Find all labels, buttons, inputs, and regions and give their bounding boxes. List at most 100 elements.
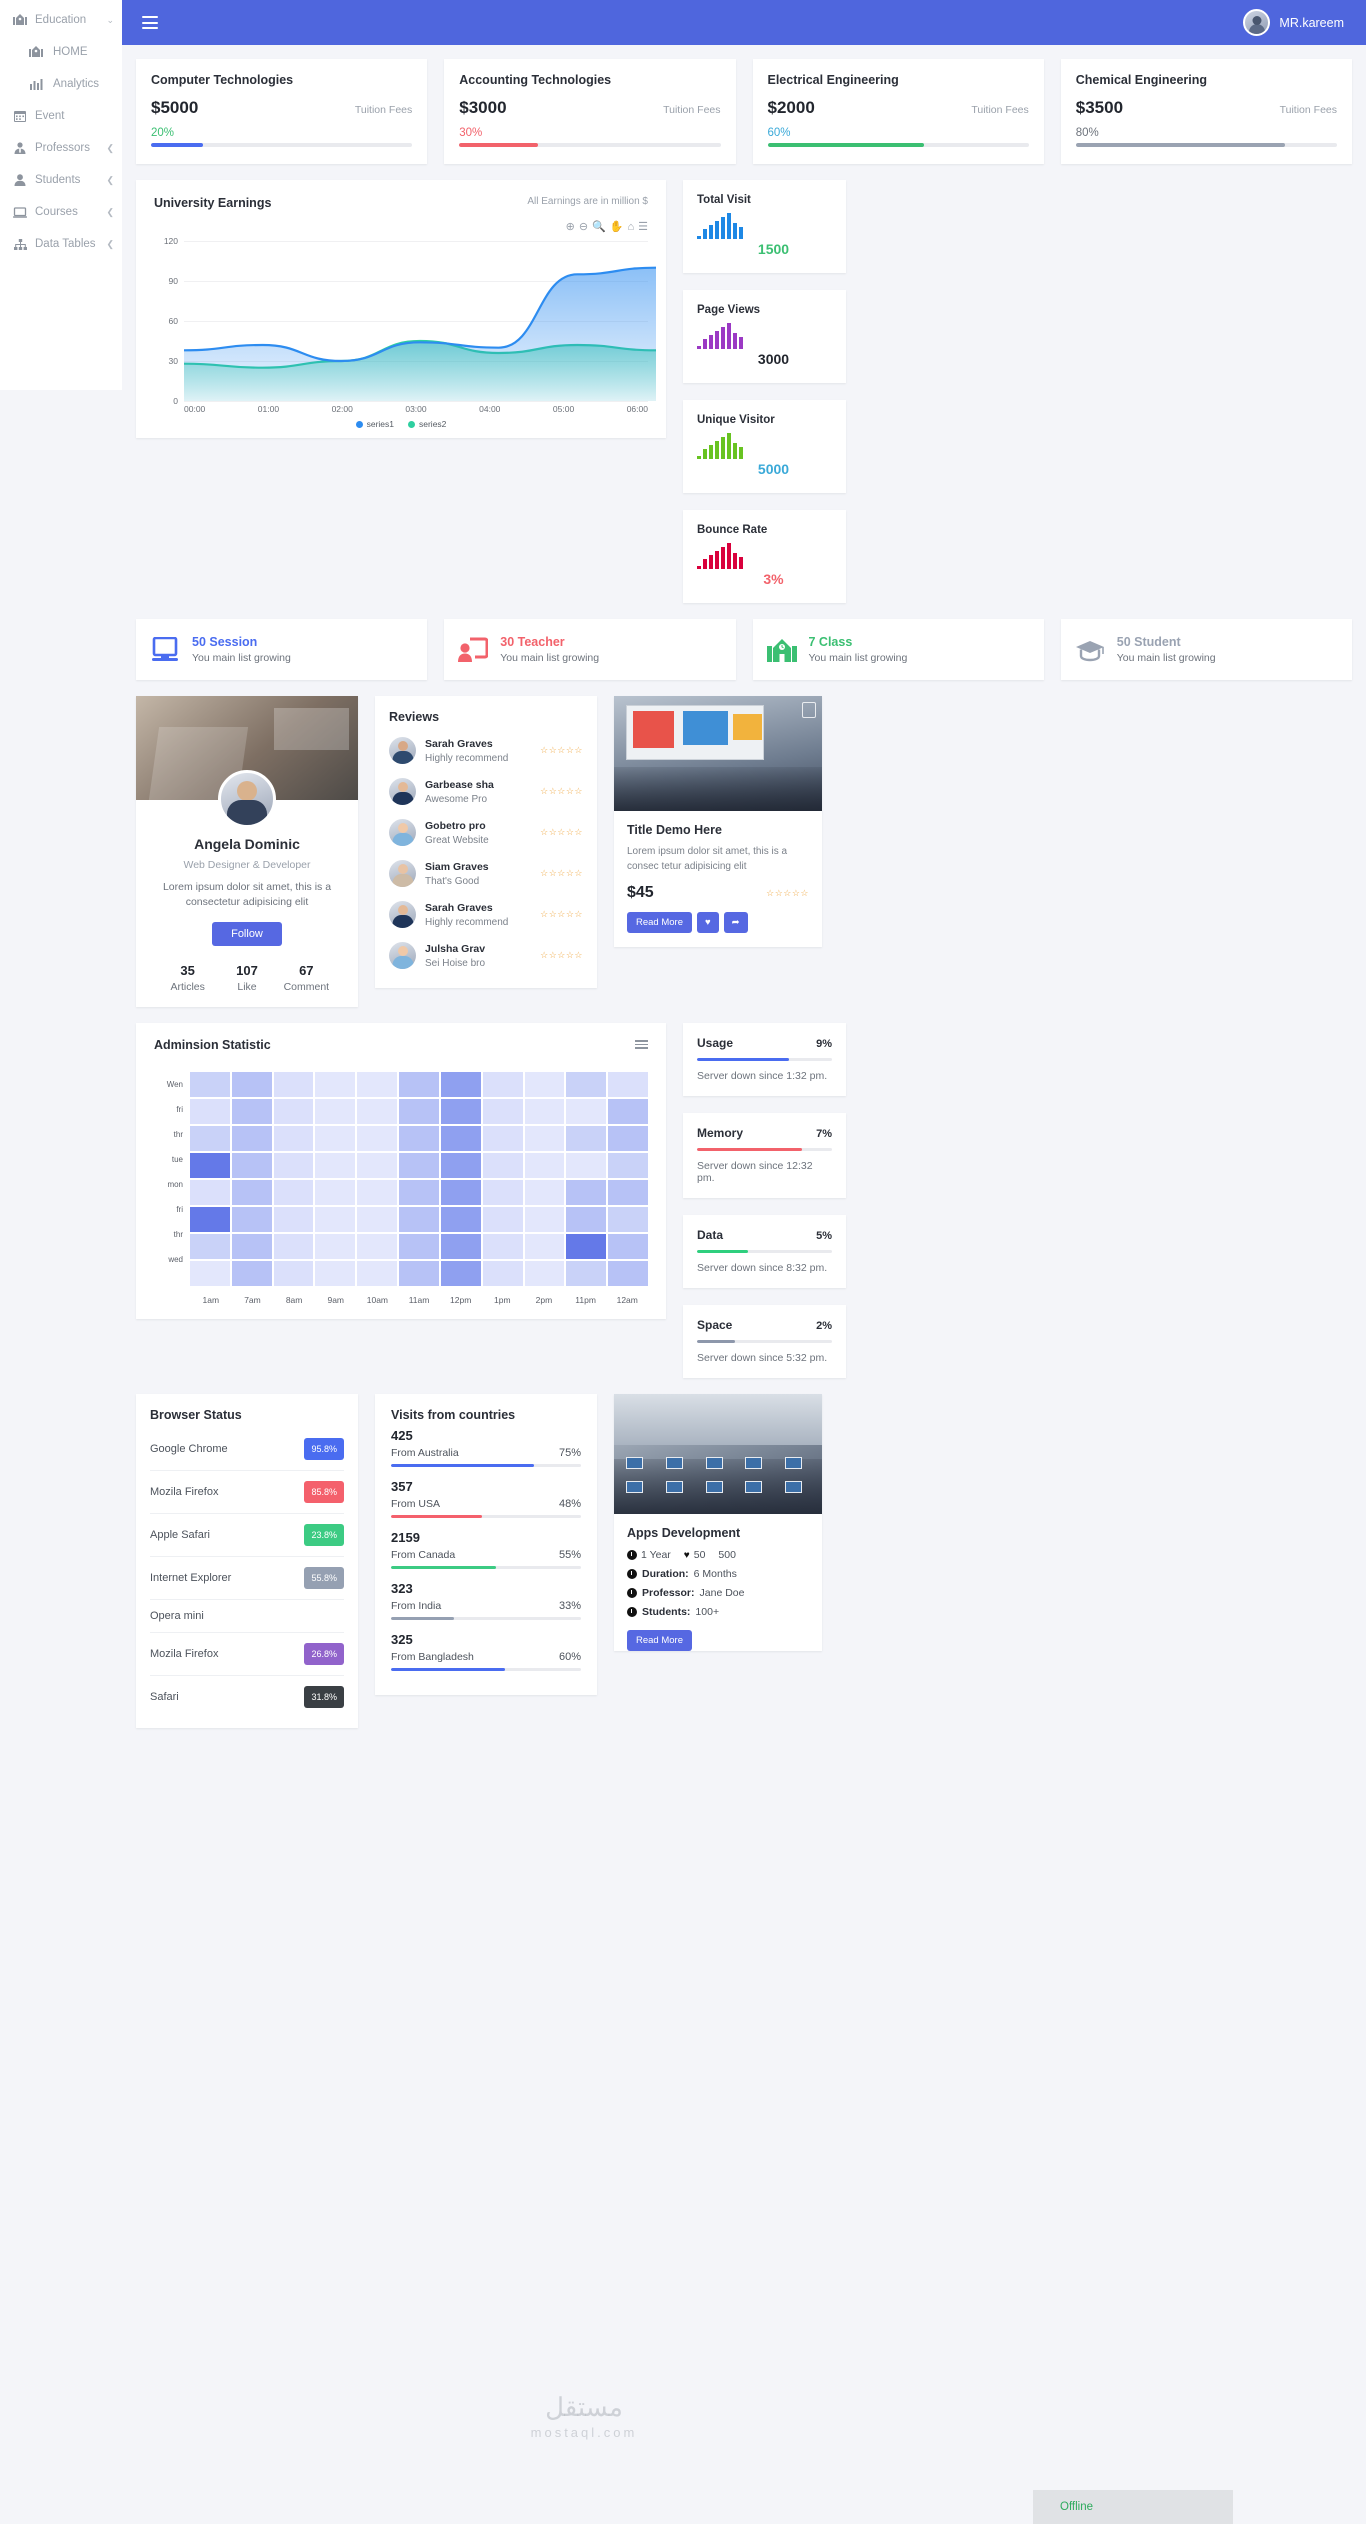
heatmap-cell[interactable]: [482, 1099, 523, 1125]
heatmap-cell[interactable]: [315, 1126, 356, 1152]
chevron-left-icon[interactable]: ❮: [106, 207, 114, 218]
heatmap-cell[interactable]: [399, 1180, 439, 1206]
legend-item-series1[interactable]: series1: [355, 419, 394, 429]
heatmap-cell[interactable]: [482, 1126, 523, 1152]
heatmap-cell[interactable]: [273, 1072, 314, 1098]
heatmap-cell[interactable]: [357, 1153, 398, 1179]
heatmap-cell[interactable]: [231, 1072, 272, 1098]
heatmap-cell[interactable]: [273, 1180, 314, 1206]
chevron-down-icon[interactable]: ⌄: [106, 15, 114, 26]
heatmap-cell[interactable]: [357, 1072, 398, 1098]
heatmap-cell[interactable]: [440, 1261, 481, 1287]
chart-legend[interactable]: series1 series2: [154, 419, 648, 429]
sidebar-item-home[interactable]: HOME: [0, 36, 122, 68]
zoom-in-icon[interactable]: ⊕: [566, 222, 575, 233]
sidebar-item-professors[interactable]: Professors ❮: [0, 132, 122, 164]
heatmap-cell[interactable]: [566, 1261, 607, 1287]
heatmap-cell[interactable]: [440, 1126, 481, 1152]
sidebar-item-analytics[interactable]: Analytics: [0, 68, 122, 100]
heatmap-cell[interactable]: [482, 1234, 523, 1260]
demo-read-more-button[interactable]: Read More: [627, 912, 692, 933]
heatmap-cell[interactable]: [440, 1099, 481, 1125]
heatmap-cell[interactable]: [608, 1261, 648, 1287]
hamburger-menu-icon[interactable]: [635, 1040, 648, 1049]
heatmap-cell[interactable]: [566, 1180, 607, 1206]
heatmap-cell[interactable]: [357, 1207, 398, 1233]
heatmap-cell[interactable]: [524, 1153, 565, 1179]
heatmap-cell[interactable]: [524, 1261, 565, 1287]
heatmap-cell[interactable]: [231, 1180, 272, 1206]
chevron-left-icon[interactable]: ❮: [106, 143, 114, 154]
heatmap-cell[interactable]: [440, 1072, 481, 1098]
heatmap-cell[interactable]: [608, 1126, 648, 1152]
heatmap-cell[interactable]: [273, 1234, 314, 1260]
heatmap-cell[interactable]: [482, 1072, 523, 1098]
heatmap-cell[interactable]: [566, 1072, 607, 1098]
panning-icon[interactable]: ✋: [610, 222, 624, 233]
heatmap-cell[interactable]: [608, 1180, 648, 1206]
demo-rating-stars[interactable]: ☆☆☆☆☆: [766, 888, 809, 899]
review-rating-stars[interactable]: ☆☆☆☆☆: [540, 950, 583, 961]
heatmap-cell[interactable]: [440, 1180, 481, 1206]
heatmap-cell[interactable]: [315, 1180, 356, 1206]
heatmap-cell[interactable]: [524, 1207, 565, 1233]
review-rating-stars[interactable]: ☆☆☆☆☆: [540, 909, 583, 920]
sidebar-item-courses[interactable]: Courses ❮: [0, 196, 122, 228]
sidebar-item-students[interactable]: Students ❮: [0, 164, 122, 196]
zoom-out-icon[interactable]: ⊖: [579, 222, 588, 233]
heatmap-cell[interactable]: [273, 1099, 314, 1125]
chevron-left-icon[interactable]: ❮: [106, 175, 114, 186]
heatmap-cell[interactable]: [608, 1153, 648, 1179]
follow-button[interactable]: Follow: [212, 922, 282, 947]
heatmap-cell[interactable]: [608, 1099, 648, 1125]
heatmap-cell[interactable]: [357, 1099, 398, 1125]
heatmap-cell[interactable]: [608, 1072, 648, 1098]
heatmap-cell[interactable]: [231, 1234, 272, 1260]
heatmap-cell[interactable]: [399, 1126, 439, 1152]
hamburger-icon[interactable]: [142, 16, 158, 29]
heatmap-cell[interactable]: [524, 1126, 565, 1152]
heatmap-cell[interactable]: [231, 1207, 272, 1233]
heatmap-cell[interactable]: [440, 1207, 481, 1233]
share-icon[interactable]: ➦: [723, 912, 748, 933]
heatmap-cell[interactable]: [190, 1072, 230, 1098]
heart-icon[interactable]: ♥: [697, 912, 719, 933]
heatmap-cell[interactable]: [482, 1180, 523, 1206]
heatmap-cell[interactable]: [231, 1261, 272, 1287]
heatmap-cell[interactable]: [440, 1153, 481, 1179]
heatmap-cell[interactable]: [566, 1153, 607, 1179]
heatmap-cell[interactable]: [440, 1234, 481, 1260]
heatmap-cell[interactable]: [315, 1099, 356, 1125]
heatmap-cell[interactable]: [273, 1126, 314, 1152]
heatmap-cell[interactable]: [399, 1234, 439, 1260]
chart-toolbar[interactable]: ⊕ ⊖ 🔍 ✋ ⌂ ☰: [154, 222, 648, 233]
heatmap-cell[interactable]: [190, 1180, 230, 1206]
review-rating-stars[interactable]: ☆☆☆☆☆: [540, 827, 583, 838]
heatmap-cell[interactable]: [231, 1099, 272, 1125]
heatmap-cell[interactable]: [190, 1207, 230, 1233]
heatmap-cell[interactable]: [482, 1261, 523, 1287]
heatmap-cell[interactable]: [482, 1153, 523, 1179]
heatmap-cell[interactable]: [399, 1207, 439, 1233]
heatmap-cell[interactable]: [273, 1153, 314, 1179]
heatmap-cell[interactable]: [357, 1234, 398, 1260]
sidebar-item-data-tables[interactable]: Data Tables ❮: [0, 228, 122, 260]
legend-item-series2[interactable]: series2: [408, 419, 446, 429]
heatmap-cell[interactable]: [399, 1099, 439, 1125]
reset-zoom-icon[interactable]: ⌂: [627, 222, 634, 233]
selection-zoom-icon[interactable]: 🔍: [592, 222, 606, 233]
heatmap-cell[interactable]: [273, 1207, 314, 1233]
heatmap-cell[interactable]: [315, 1207, 356, 1233]
heatmap-cell[interactable]: [315, 1072, 356, 1098]
heatmap-cell[interactable]: [315, 1234, 356, 1260]
heatmap-cell[interactable]: [273, 1261, 314, 1287]
apps-read-more-button[interactable]: Read More: [627, 1630, 692, 1652]
review-rating-stars[interactable]: ☆☆☆☆☆: [540, 786, 583, 797]
chart-menu-icon[interactable]: ☰: [638, 222, 648, 233]
heatmap-cell[interactable]: [357, 1180, 398, 1206]
heatmap-cell[interactable]: [608, 1234, 648, 1260]
heatmap-cell[interactable]: [566, 1126, 607, 1152]
user-menu[interactable]: MR.kareem: [1243, 9, 1344, 36]
heatmap-cell[interactable]: [524, 1099, 565, 1125]
heatmap-cell[interactable]: [190, 1153, 230, 1179]
